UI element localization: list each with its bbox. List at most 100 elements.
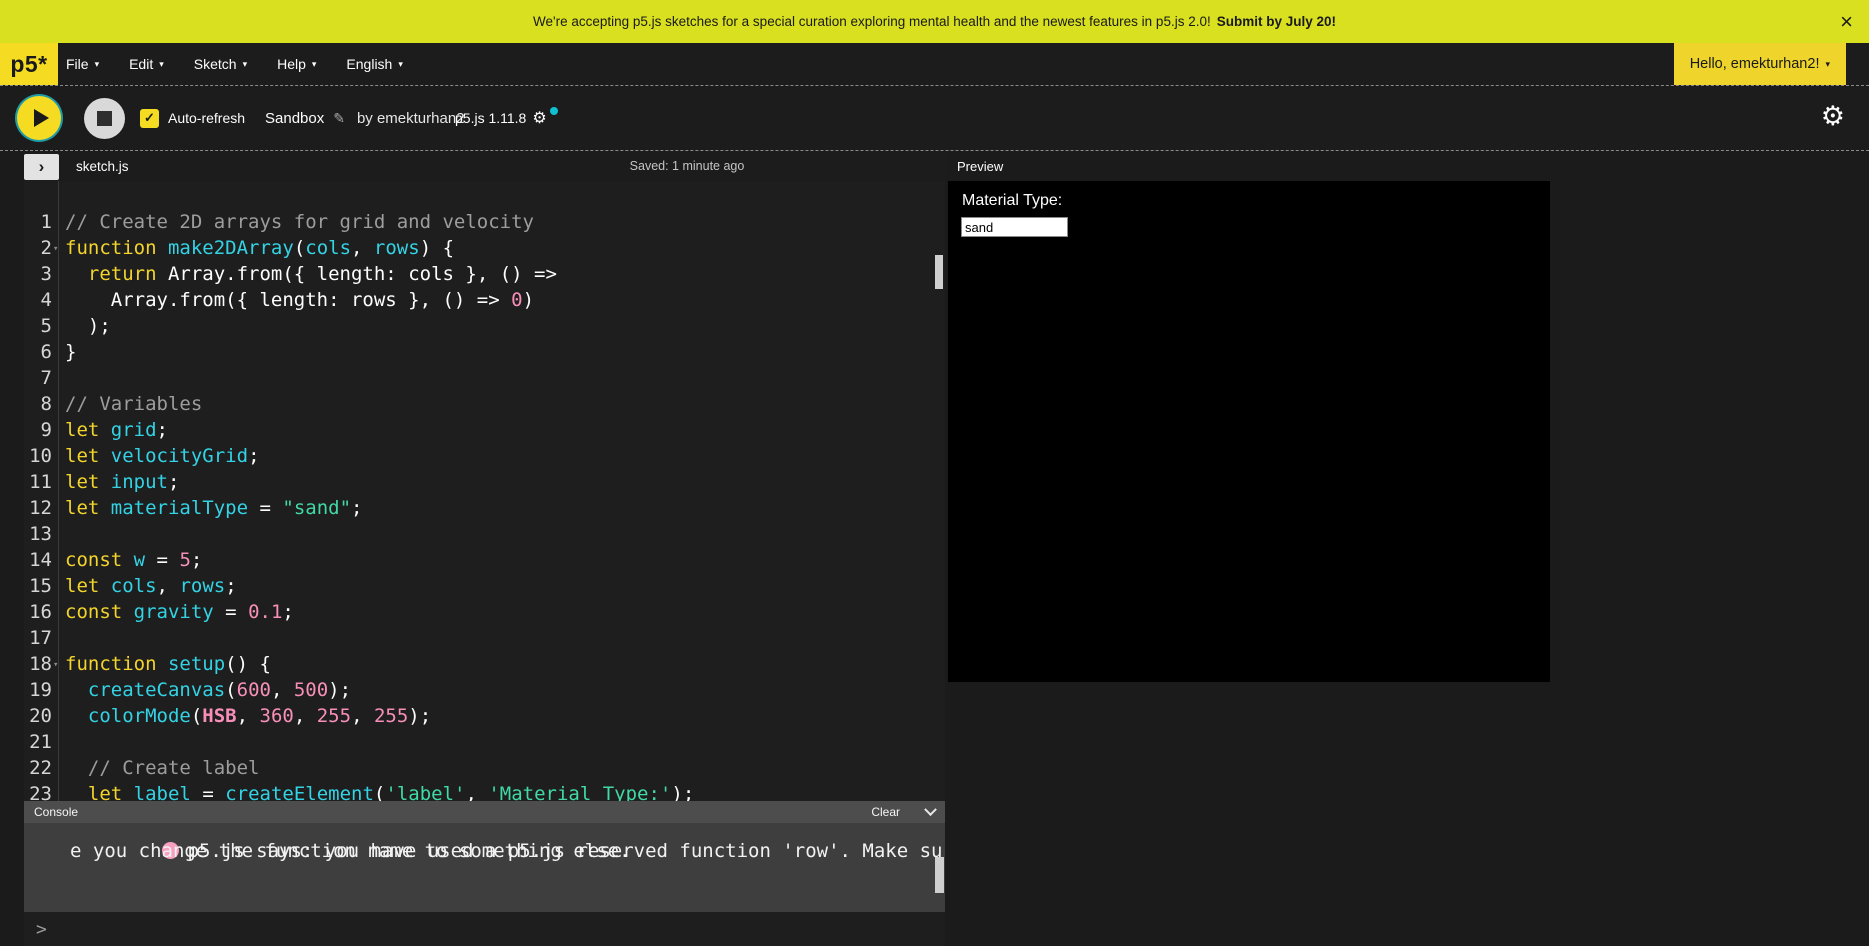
code-line[interactable]: 11let input; (24, 469, 933, 495)
line-number: 18 (24, 651, 52, 677)
chevron-down-icon: ▾ (243, 59, 248, 70)
code-text: function make2DArray(cols, rows) { (52, 235, 454, 261)
code-text: let velocityGrid; (52, 443, 260, 469)
stop-icon (97, 111, 112, 126)
version-settings-gear-icon[interactable]: ⚙ (532, 108, 546, 128)
line-number: 17 (24, 625, 52, 651)
material-type-input[interactable] (961, 217, 1068, 237)
file-tab-bar: › sketch.js Saved: 1 minute ago (24, 151, 945, 181)
menu-help-label: Help (277, 56, 306, 72)
chevron-down-icon: ▾ (312, 59, 317, 70)
play-button[interactable] (17, 96, 61, 140)
close-icon[interactable]: × (1840, 11, 1853, 33)
console-message-line: + More info: https://p5js.org/reference/… (70, 890, 945, 912)
code-line[interactable]: 21 (24, 729, 933, 755)
fold-arrow-icon[interactable]: ▾ (53, 652, 58, 678)
tab-sketch-js[interactable]: sketch.js (76, 151, 129, 181)
code-text: colorMode(HSB, 360, 255, 255); (52, 703, 431, 729)
banner-cta-link[interactable]: Submit by July 20! (1217, 14, 1336, 29)
line-number: 19 (24, 677, 52, 703)
line-number: 20 (24, 703, 52, 729)
stop-button[interactable] (84, 98, 125, 139)
code-line[interactable]: 7 (24, 365, 933, 391)
menu-sketch[interactable]: Sketch ▾ (194, 56, 247, 72)
line-number: 4 (24, 287, 52, 313)
account-dropdown-button[interactable]: Hello, emekturhan2! ▾ (1674, 43, 1846, 85)
menu-language[interactable]: English ▾ (346, 56, 402, 72)
sidebar-expand-button[interactable]: › (24, 154, 59, 180)
line-number: 2 (24, 235, 52, 261)
console-panel: Console Clear p5.js says: you have used … (24, 801, 945, 912)
console-scrollbar[interactable] (935, 857, 944, 893)
line-number: 22 (24, 755, 52, 781)
menu-edit[interactable]: Edit ▾ (129, 56, 164, 72)
edit-sketch-name-icon[interactable]: ✎ (333, 110, 345, 127)
p5-logo[interactable]: p5* (0, 43, 58, 85)
code-text: // Create 2D arrays for grid and velocit… (52, 209, 534, 235)
editor-scrollbar[interactable] (935, 255, 943, 289)
code-text (52, 729, 65, 755)
code-text: } (52, 339, 76, 365)
sketch-name: Sandbox (265, 110, 324, 127)
line-number: 23 (24, 781, 52, 801)
code-line[interactable]: 22 // Create label (24, 755, 933, 781)
line-number: 21 (24, 729, 52, 755)
greeting-label: Hello, emekturhan2! (1690, 56, 1820, 72)
code-line[interactable]: 20 colorMode(HSB, 360, 255, 255); (24, 703, 933, 729)
line-number: 12 (24, 495, 52, 521)
code-line[interactable]: 4 Array.from({ length: rows }, () => 0) (24, 287, 933, 313)
preview-title: Preview (957, 151, 1003, 181)
console-clear-button[interactable]: Clear (871, 805, 900, 819)
console-message-line (70, 864, 945, 890)
console-message-line: p5.js says: you have used a p5.js reserv… (70, 823, 945, 838)
code-text: let materialType = "sand"; (52, 495, 362, 521)
code-editor[interactable]: 1// Create 2D arrays for grid and veloci… (24, 181, 945, 801)
p5-web-editor: We're accepting p5.js sketches for a spe… (0, 0, 1869, 946)
prompt-chevron: > (36, 919, 47, 940)
fold-arrow-icon[interactable]: ▾ (53, 236, 58, 262)
code-text (52, 365, 65, 391)
line-number: 13 (24, 521, 52, 547)
code-line[interactable]: 18▾function setup() { (24, 651, 933, 677)
menu-edit-label: Edit (129, 56, 153, 72)
code-text: const gravity = 0.1; (52, 599, 294, 625)
code-line[interactable]: 17 (24, 625, 933, 651)
notification-dot (550, 107, 558, 115)
console-command-line[interactable]: > (24, 912, 945, 946)
console-collapse-chevron-icon[interactable] (924, 803, 937, 816)
sketch-canvas[interactable]: Material Type: (948, 181, 1550, 682)
line-number: 1 (24, 209, 52, 235)
line-number: 11 (24, 469, 52, 495)
code-line[interactable]: 13 (24, 521, 933, 547)
code-line[interactable]: 1// Create 2D arrays for grid and veloci… (24, 209, 933, 235)
chevron-down-icon: ▾ (398, 59, 403, 70)
menu-language-label: English (346, 56, 392, 72)
console-header: Console Clear (24, 801, 945, 823)
code-line[interactable]: 2▾function make2DArray(cols, rows) { (24, 235, 933, 261)
auto-refresh-checkbox[interactable]: ✓ (140, 109, 159, 128)
code-line[interactable]: 5 ); (24, 313, 933, 339)
code-line[interactable]: 15let cols, rows; (24, 573, 933, 599)
code-line[interactable]: 3 return Array.from({ length: cols }, ()… (24, 261, 933, 287)
p5-version-label: p5.js 1.11.8 (455, 110, 526, 126)
code-line[interactable]: 6} (24, 339, 933, 365)
toolbar: ✓ Auto-refresh Sandbox ✎ by emekturhan2 … (0, 87, 1869, 151)
code-line[interactable]: 19 createCanvas(600, 500); (24, 677, 933, 703)
menu-file[interactable]: File ▾ (66, 56, 99, 72)
sketch-author-link[interactable]: by emekturhan2 (357, 110, 465, 127)
code-line[interactable]: 10let velocityGrid; (24, 443, 933, 469)
menu-sketch-label: Sketch (194, 56, 237, 72)
gear-icon[interactable]: ⚙ (1821, 101, 1845, 132)
play-icon (34, 109, 49, 127)
code-text: // Create label (52, 755, 259, 781)
code-line[interactable]: 8// Variables (24, 391, 933, 417)
menu-file-label: File (66, 56, 89, 72)
code-line[interactable]: 14const w = 5; (24, 547, 933, 573)
code-line[interactable]: 23 let label = createElement('label', 'M… (24, 781, 933, 801)
menu-help[interactable]: Help ▾ (277, 56, 316, 72)
code-line[interactable]: 12let materialType = "sand"; (24, 495, 933, 521)
line-number: 15 (24, 573, 52, 599)
line-number: 6 (24, 339, 52, 365)
code-line[interactable]: 16const gravity = 0.1; (24, 599, 933, 625)
code-line[interactable]: 9let grid; (24, 417, 933, 443)
